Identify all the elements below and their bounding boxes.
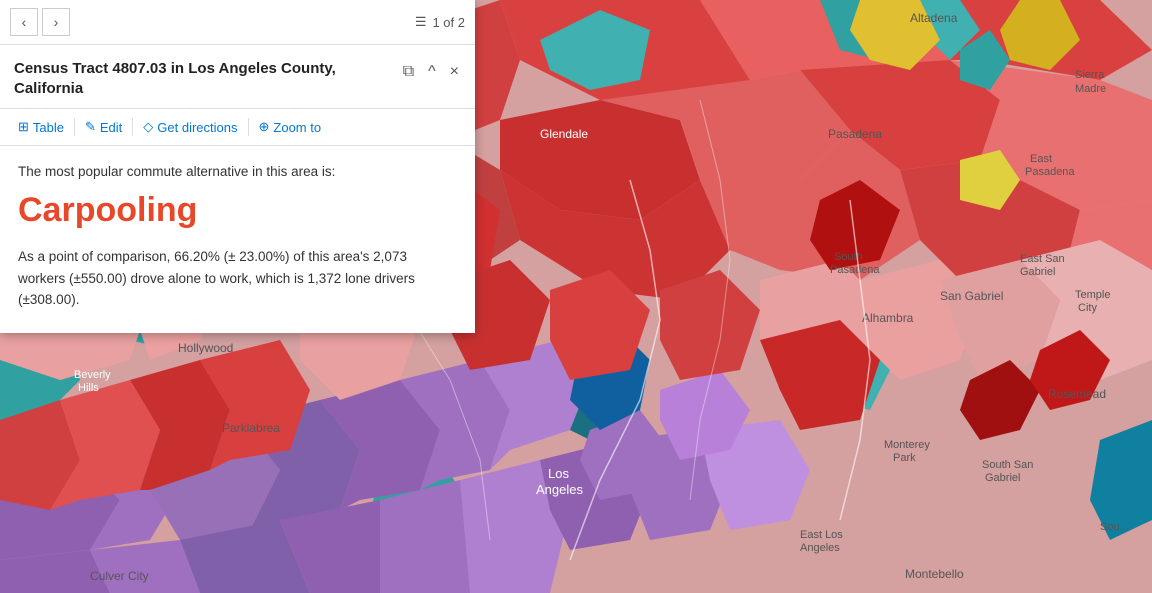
zoom-action[interactable]: ⊕ Zoom to xyxy=(251,115,330,139)
svg-text:Culver City: Culver City xyxy=(90,569,149,583)
svg-text:Hollywood: Hollywood xyxy=(178,341,233,355)
svg-text:Madre: Madre xyxy=(1075,83,1106,95)
popup-title-area: Census Tract 4807.03 in Los Angeles Coun… xyxy=(0,45,475,109)
table-label: Table xyxy=(33,120,64,135)
directions-label: Get directions xyxy=(157,120,237,135)
table-action[interactable]: ⊞ Table xyxy=(10,115,72,139)
list-icon: ☰ xyxy=(415,14,427,30)
svg-text:Rosemead: Rosemead xyxy=(1048,387,1106,401)
zoom-icon: ⊕ xyxy=(259,119,270,135)
svg-text:Gabriel: Gabriel xyxy=(985,472,1020,484)
action-separator-3 xyxy=(248,118,249,136)
svg-text:Montebello: Montebello xyxy=(905,567,964,581)
svg-text:Beverly: Beverly xyxy=(74,369,111,381)
popup-topbar: ‹ › ☰ 1 of 2 xyxy=(0,0,475,45)
edit-label: Edit xyxy=(100,120,122,135)
svg-text:South San: South San xyxy=(982,459,1033,471)
feature-popup: ‹ › ☰ 1 of 2 Census Tract 4807.03 in Los… xyxy=(0,0,475,333)
close-button[interactable]: × xyxy=(448,61,461,83)
popup-content: The most popular commute alternative in … xyxy=(0,146,475,333)
intro-text: The most popular commute alternative in … xyxy=(18,164,457,179)
directions-icon: ◇ xyxy=(143,119,153,135)
svg-text:Park: Park xyxy=(893,452,916,464)
action-separator-2 xyxy=(132,118,133,136)
svg-text:Temple: Temple xyxy=(1075,289,1110,301)
svg-text:Glendale: Glendale xyxy=(540,127,588,141)
zoom-label: Zoom to xyxy=(273,120,321,135)
svg-text:Gabriel: Gabriel xyxy=(1020,266,1055,278)
svg-text:East: East xyxy=(1030,153,1052,165)
svg-text:Alhambra: Alhambra xyxy=(862,311,914,325)
svg-text:Los: Los xyxy=(548,466,569,481)
svg-text:East San: East San xyxy=(1020,253,1065,265)
table-icon: ⊞ xyxy=(18,119,29,135)
popup-title: Census Tract 4807.03 in Los Angeles Coun… xyxy=(14,59,354,98)
svg-text:Monterey: Monterey xyxy=(884,439,930,451)
svg-text:East Los: East Los xyxy=(800,529,843,541)
commute-type: Carpooling xyxy=(18,191,457,230)
svg-text:Parklabrea: Parklabrea xyxy=(222,421,280,435)
prev-button[interactable]: ‹ xyxy=(10,8,38,36)
directions-action[interactable]: ◇ Get directions xyxy=(135,115,245,139)
detail-text: As a point of comparison, 66.20% (± 23.0… xyxy=(18,246,457,311)
edit-action[interactable]: ✎ Edit xyxy=(77,115,130,139)
svg-text:Angeles: Angeles xyxy=(800,542,840,554)
next-button[interactable]: › xyxy=(42,8,70,36)
nav-buttons: ‹ › xyxy=(10,8,70,36)
edit-icon: ✎ xyxy=(85,119,96,135)
collapse-button[interactable]: ^ xyxy=(426,61,438,83)
svg-text:Pasadena: Pasadena xyxy=(828,127,882,141)
svg-text:Altadena: Altadena xyxy=(910,11,958,25)
action-separator-1 xyxy=(74,118,75,136)
svg-text:City: City xyxy=(1078,302,1097,314)
svg-text:San Gabriel: San Gabriel xyxy=(940,289,1003,303)
svg-text:Hills: Hills xyxy=(78,382,99,394)
svg-text:Pasadena: Pasadena xyxy=(1025,166,1075,178)
svg-text:Sierra: Sierra xyxy=(1075,69,1105,81)
svg-text:Sou...: Sou... xyxy=(1100,521,1129,533)
popup-actions: ⊞ Table ✎ Edit ◇ Get directions ⊕ Zoom t… xyxy=(0,109,475,146)
counter-text: 1 of 2 xyxy=(432,15,465,30)
title-actions: ⧉ ^ × xyxy=(401,61,461,83)
counter-area: ☰ 1 of 2 xyxy=(415,14,465,30)
svg-text:Angeles: Angeles xyxy=(536,482,583,497)
svg-text:South: South xyxy=(834,251,863,263)
duplicate-button[interactable]: ⧉ xyxy=(401,61,416,83)
svg-text:Pasadena: Pasadena xyxy=(830,264,880,276)
